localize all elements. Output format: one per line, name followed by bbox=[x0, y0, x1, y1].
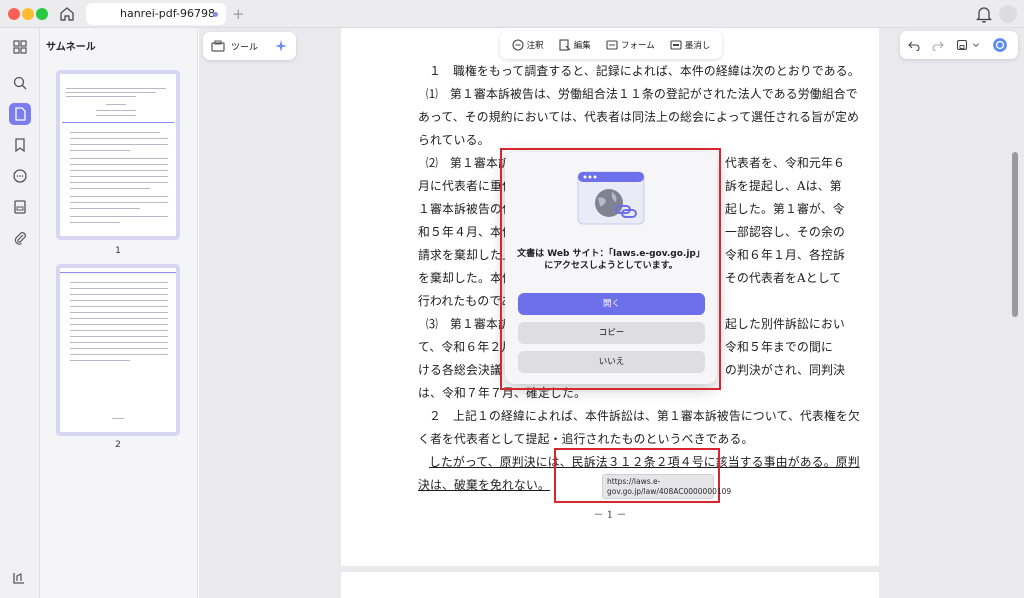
page-icon bbox=[15, 107, 26, 121]
thumbnails-button[interactable] bbox=[9, 103, 31, 125]
bookmark-icon bbox=[15, 138, 25, 153]
close-window-button[interactable] bbox=[8, 8, 20, 20]
chevron-down-icon[interactable] bbox=[972, 39, 980, 51]
thumbnail-page-2[interactable] bbox=[56, 264, 180, 436]
new-tab-button[interactable]: + bbox=[232, 4, 245, 24]
doc-line-fragment: の判決がされ、同判決 bbox=[725, 363, 846, 377]
doc-line: ⑴ 第１審本訴被告は、労働組合法１１条の登記がされた法人である労働組合で bbox=[426, 87, 858, 101]
unsaved-dot-icon bbox=[213, 12, 218, 17]
edit-toolbar: 注釈 編集 フォーム 墨消し bbox=[500, 31, 722, 59]
undo-icon[interactable] bbox=[908, 39, 920, 51]
doc-line-fragment: その代表者をAとして bbox=[725, 271, 842, 285]
redact-icon bbox=[670, 40, 682, 50]
comment-icon bbox=[512, 39, 524, 51]
redact-label: 墨消し bbox=[684, 41, 711, 51]
form-button[interactable]: フォーム bbox=[606, 39, 655, 51]
thumbnail-panel: サムネール 1 2 bbox=[40, 28, 198, 598]
thumbnail-page-1[interactable] bbox=[56, 70, 180, 240]
paperclip-icon bbox=[14, 232, 26, 245]
left-icon-rail bbox=[0, 28, 40, 598]
doc-line: ける各総会決議 bbox=[418, 363, 502, 377]
annotate-button[interactable]: 注釈 bbox=[512, 39, 544, 51]
doc-line: 行われたものであ bbox=[418, 294, 514, 308]
redo-icon[interactable] bbox=[932, 39, 944, 51]
doc-line-fragment: 起した別件訴訟におい bbox=[725, 317, 845, 331]
doc-line-hyperlinked[interactable]: 決は、破棄を免れない。 bbox=[418, 476, 550, 493]
title-bar: hanrei-pdf-96798 + bbox=[0, 0, 1024, 28]
form-label: フォーム bbox=[620, 41, 655, 51]
grid-icon bbox=[13, 40, 27, 54]
comment-icon bbox=[13, 169, 27, 183]
document-tab[interactable]: hanrei-pdf-96798 bbox=[86, 3, 226, 25]
thumbnail-page-preview bbox=[60, 74, 176, 236]
doc-line: あって、その規約においては、代表者は同法上の総会によって選任される旨が定め bbox=[418, 110, 860, 124]
save-icon[interactable] bbox=[956, 39, 968, 51]
ai-assistant-icon[interactable] bbox=[992, 37, 1008, 53]
edit-label: 編集 bbox=[573, 41, 591, 51]
doc-line-fragment: 令和５年までの間に bbox=[725, 340, 833, 354]
link-url-tooltip: https://laws.e-gov.go.jp/law/408AC000000… bbox=[602, 474, 731, 499]
tool-pill[interactable]: ツール bbox=[203, 32, 297, 60]
grid-view-button[interactable] bbox=[9, 36, 31, 58]
search-button[interactable] bbox=[9, 72, 31, 94]
doc-line: られている。 bbox=[418, 133, 490, 147]
comments-button[interactable] bbox=[9, 165, 31, 187]
thumbnail-label-2: 2 bbox=[115, 440, 121, 450]
pdf-page-2 bbox=[341, 572, 879, 598]
thumbnail-panel-title: サムネール bbox=[46, 42, 96, 53]
maximize-window-button[interactable] bbox=[36, 8, 48, 20]
doc-line: ⑶ 第１審本訴 bbox=[426, 317, 510, 331]
dialog-highlight-frame bbox=[500, 148, 721, 390]
minimize-window-button[interactable] bbox=[22, 8, 34, 20]
toolbox-icon bbox=[211, 40, 225, 52]
bell-icon[interactable] bbox=[976, 5, 992, 23]
search-icon bbox=[13, 76, 27, 90]
vertical-scrollbar[interactable] bbox=[1012, 152, 1018, 317]
doc-line-fragment: 起した。第１審が、令 bbox=[725, 202, 845, 216]
doc-line-fragment: 令和６年１月、各控訴 bbox=[725, 248, 845, 262]
annotate-label: 注釈 bbox=[526, 41, 544, 51]
redact-button[interactable]: 墨消し bbox=[670, 39, 711, 51]
doc-line-fragment: 一部認容し、その余の bbox=[725, 225, 845, 239]
doc-line: ２ 上記１の経緯によれば、本件訴訟は、第１審本訴被告について、代表権を欠 bbox=[429, 409, 860, 423]
tool-label: ツール bbox=[231, 42, 259, 53]
sparkle-icon[interactable] bbox=[274, 39, 288, 53]
edit-button[interactable]: 編集 bbox=[559, 39, 591, 51]
doc-line-fragment: 訴を提起し、Aは、第 bbox=[725, 179, 842, 193]
edit-icon bbox=[559, 39, 571, 51]
tab-title: hanrei-pdf-96798 bbox=[120, 7, 215, 20]
doc-line: く者を代表者として提起・追行されたものというべきである。 bbox=[418, 432, 754, 446]
right-toolbar bbox=[900, 31, 1018, 59]
home-icon[interactable] bbox=[58, 5, 76, 23]
form-icon bbox=[14, 200, 26, 214]
thumbnail-page-preview bbox=[60, 268, 176, 432]
library-icon[interactable] bbox=[12, 571, 26, 585]
page-number: － 1 － bbox=[593, 510, 627, 521]
attachments-button[interactable] bbox=[9, 227, 31, 249]
doc-line-fragment: 代表者を、令和元年６ bbox=[725, 156, 845, 170]
form-icon bbox=[606, 40, 618, 50]
doc-line: １ 職権をもって調査すると、記録によれば、本件の経緯は次のとおりである。 bbox=[429, 64, 860, 78]
forms-button[interactable] bbox=[9, 196, 31, 218]
thumbnail-label-1: 1 bbox=[115, 246, 121, 256]
bookmarks-button[interactable] bbox=[9, 134, 31, 156]
user-avatar[interactable] bbox=[999, 5, 1017, 23]
doc-line: ⑵ 第１審本訴 bbox=[426, 156, 510, 170]
